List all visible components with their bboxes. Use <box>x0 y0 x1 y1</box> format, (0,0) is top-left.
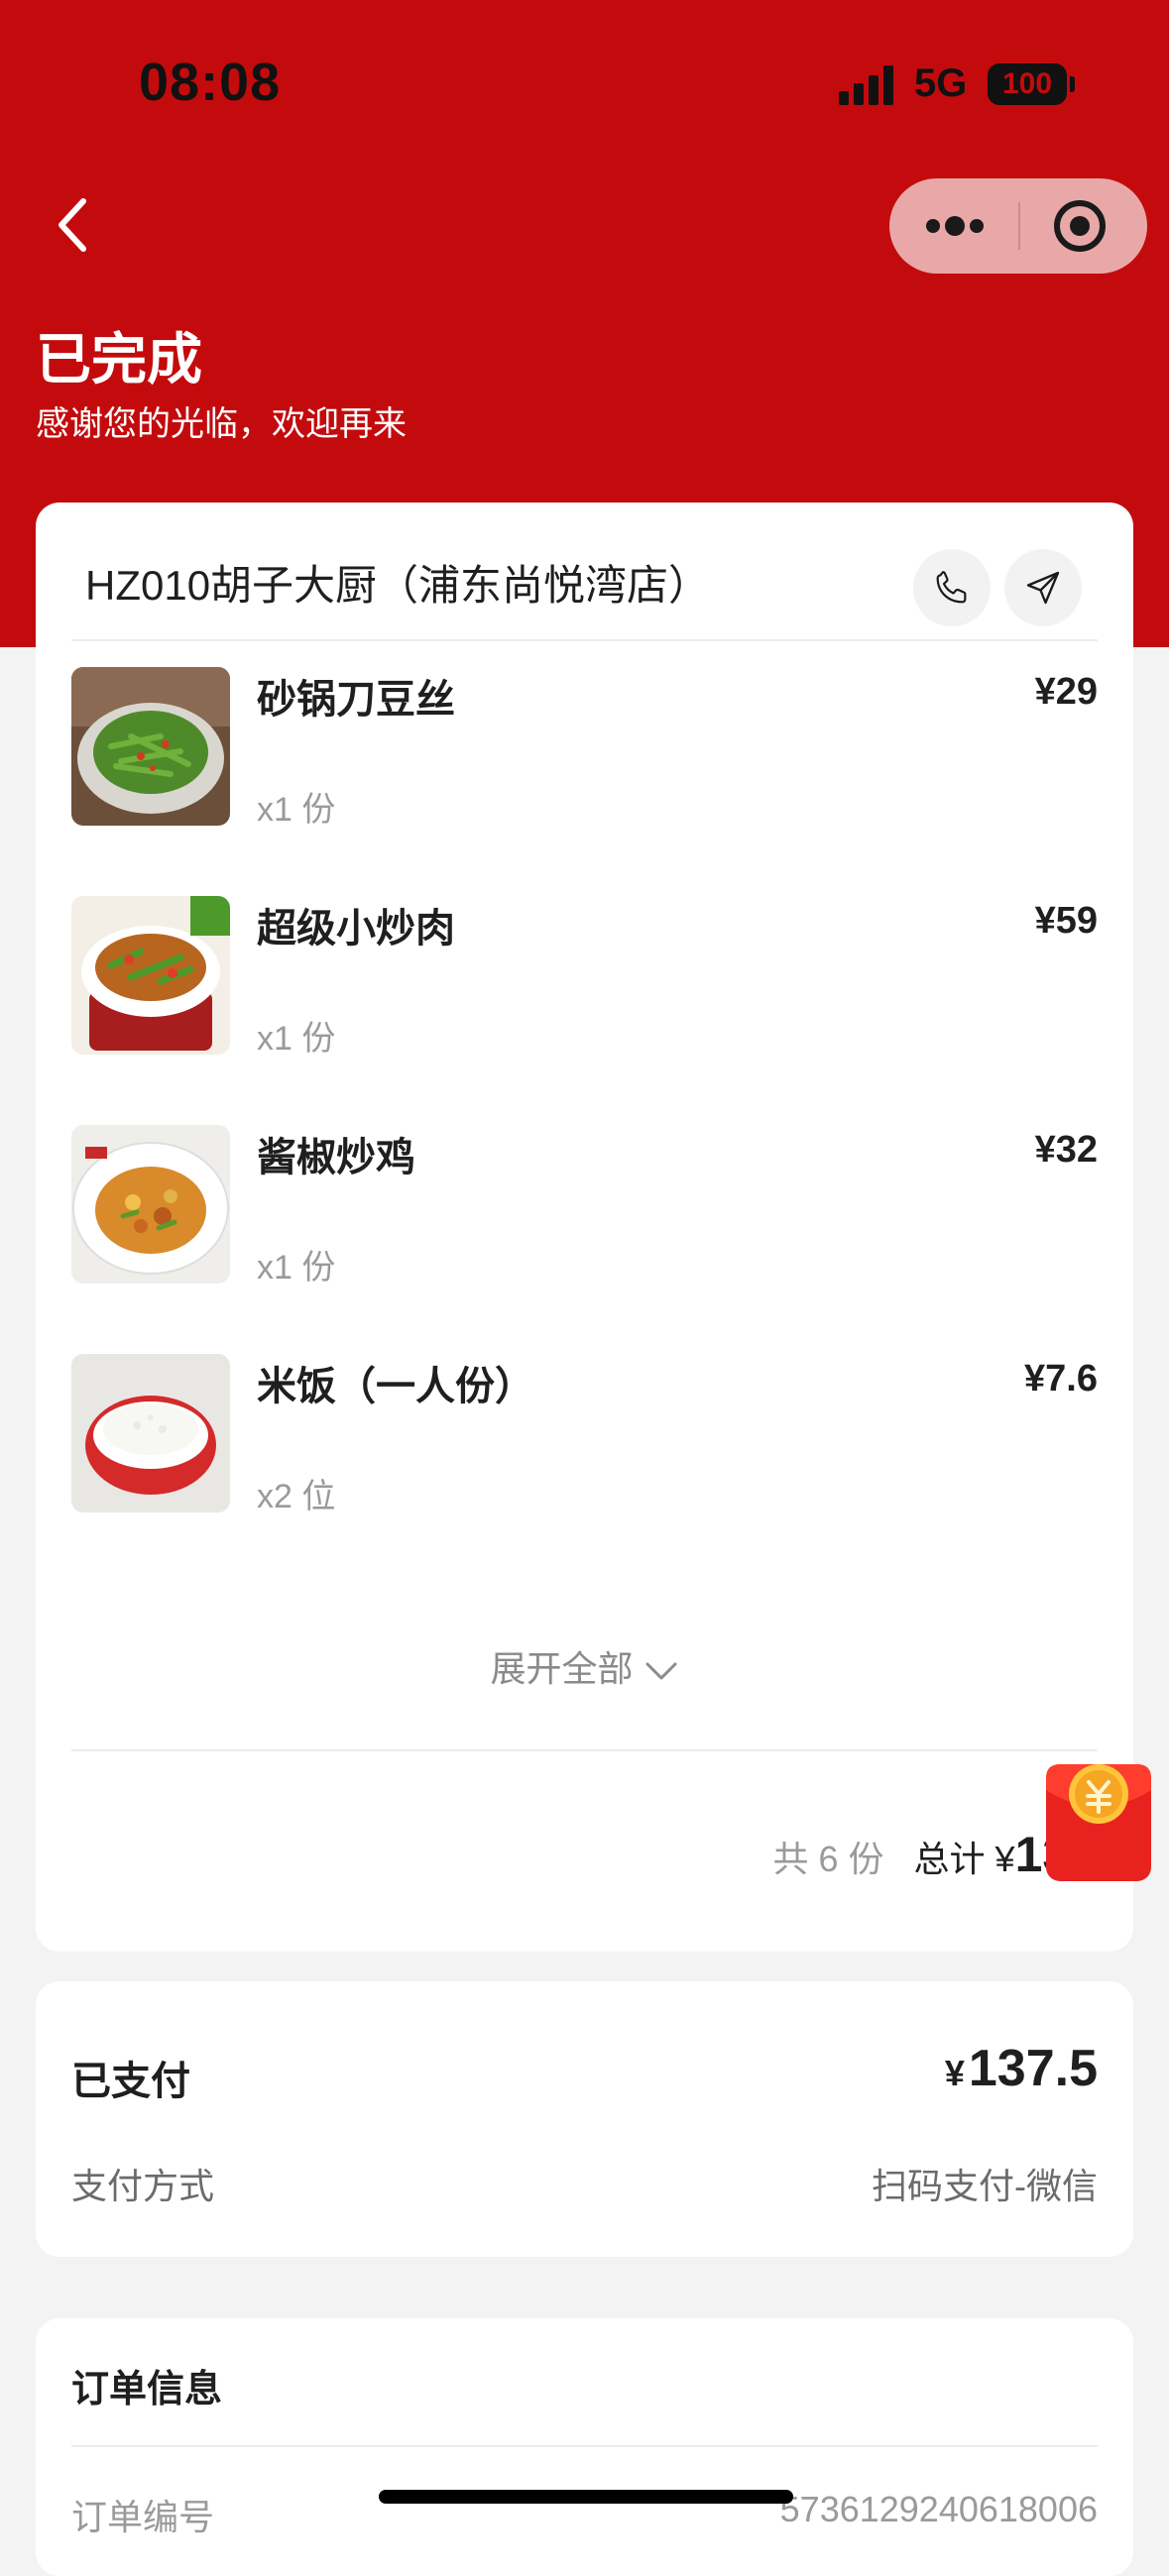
network-label: 5G <box>914 61 968 105</box>
order-card: HZ010胡子大厨（浦东尚悦湾店） 砂锅刀豆丝 x1 份 ¥29 超级小炒肉 x… <box>36 503 1133 1952</box>
status-bar: 08:08 5G 100 <box>0 0 1169 173</box>
total-currency: ¥ <box>994 1839 1015 1879</box>
battery-icon: 100 <box>988 63 1067 105</box>
paid-amount: ¥137.5 <box>945 2039 1098 2098</box>
status-time: 08:08 <box>139 53 282 112</box>
dish-name: 砂锅刀豆丝 <box>257 678 455 722</box>
payment-card: 已支付 ¥137.5 支付方式 扫码支付-微信 <box>36 1981 1133 2257</box>
total-divider <box>71 1749 1098 1751</box>
dish-price: ¥32 <box>1034 1129 1098 1171</box>
red-packet-button[interactable] <box>1044 1750 1153 1883</box>
signal-icon <box>839 65 896 105</box>
more-button[interactable] <box>889 178 1018 274</box>
dish-item[interactable]: 酱椒炒鸡 x1 份 ¥32 <box>71 1125 1098 1287</box>
payment-method-value: 扫码支付-微信 <box>872 2166 1098 2206</box>
order-info-title: 订单信息 <box>71 2369 223 2410</box>
close-mini-program-button[interactable] <box>1020 178 1147 274</box>
paid-value: 137.5 <box>968 2040 1098 2097</box>
dish-item[interactable]: 砂锅刀豆丝 x1 份 ¥29 <box>71 667 1098 829</box>
navigation-arrow-icon <box>1026 571 1060 605</box>
target-icon <box>1054 200 1106 252</box>
paid-label: 已支付 <box>71 2060 190 2103</box>
dish-photo <box>71 667 230 826</box>
dish-price: ¥29 <box>1034 671 1098 713</box>
mini-program-capsule <box>889 178 1147 274</box>
dish-photo <box>71 1354 230 1512</box>
home-indicator[interactable] <box>379 2490 793 2504</box>
dish-name: 超级小炒肉 <box>257 907 455 951</box>
back-button[interactable] <box>40 183 119 263</box>
dish-item[interactable]: 米饭（一人份） x2 位 ¥7.6 <box>71 1354 1098 1515</box>
dish-quantity: x2 位 <box>257 1478 336 1515</box>
dish-quantity: x1 份 <box>257 791 336 829</box>
expand-all-label: 展开全部 <box>490 1648 634 1689</box>
order-info-divider <box>71 2445 1098 2447</box>
chevron-left-icon <box>58 198 86 252</box>
dish-price: ¥7.6 <box>1024 1358 1098 1400</box>
dish-quantity: x1 份 <box>257 1249 336 1287</box>
battery-tip <box>1070 76 1075 92</box>
order-status-subtitle: 感谢您的光临，欢迎再来 <box>36 405 407 443</box>
paid-currency: ¥ <box>944 2053 965 2093</box>
dish-name: 酱椒炒鸡 <box>257 1136 415 1179</box>
dish-quantity: x1 份 <box>257 1020 336 1058</box>
total-label: 总计 <box>913 1839 986 1879</box>
dish-name: 米饭（一人份） <box>257 1365 534 1408</box>
more-dots-icon <box>926 216 984 236</box>
payment-method-label: 支付方式 <box>71 2166 215 2206</box>
dish-price: ¥59 <box>1034 900 1098 942</box>
dish-photo <box>71 896 230 1055</box>
navigate-store-button[interactable] <box>1004 549 1082 626</box>
total-count: 共 6 份 <box>772 1839 884 1879</box>
store-name[interactable]: HZ010胡子大厨（浦东尚悦湾店） <box>85 552 710 613</box>
order-number-label: 订单编号 <box>71 2497 215 2537</box>
order-status-title: 已完成 <box>36 328 202 391</box>
dish-item[interactable]: 超级小炒肉 x1 份 ¥59 <box>71 896 1098 1058</box>
order-info-card: 订单信息 订单编号 5736129240618006 <box>36 2318 1133 2576</box>
phone-icon <box>936 571 967 604</box>
dish-photo <box>71 1125 230 1284</box>
store-divider <box>71 639 1098 641</box>
expand-all-button[interactable]: 展开全部 <box>36 1640 1133 1692</box>
call-store-button[interactable] <box>913 549 991 626</box>
red-envelope-icon <box>1046 1764 1151 1881</box>
chevron-down-icon <box>645 1662 676 1680</box>
order-number-value[interactable]: 5736129240618006 <box>780 2489 1098 2530</box>
